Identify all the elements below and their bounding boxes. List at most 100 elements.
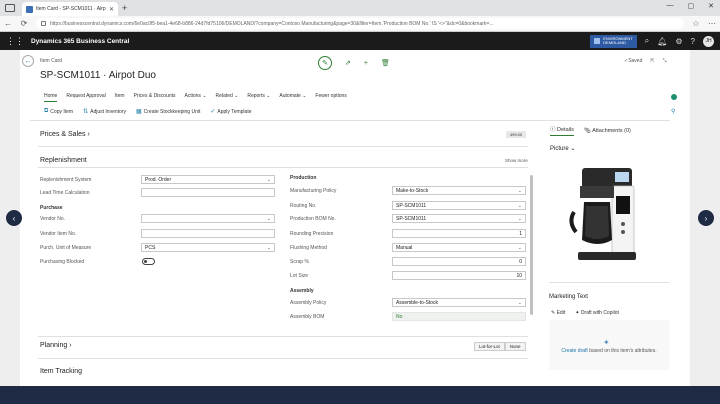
chevron-down-icon: ⌄ <box>266 244 271 251</box>
draft-copilot-button[interactable]: ✦ Draft with Copilot <box>575 310 619 316</box>
menu-item[interactable]: Item <box>115 93 125 102</box>
browser-tabstrip: Item Card - SP-SCM1011 · Airp... ✕ + — ▢… <box>0 0 720 16</box>
purchase-group-label: Purchase <box>40 205 63 211</box>
more-icon[interactable]: ⋯ <box>708 19 716 28</box>
template-icon: ✓ <box>210 109 216 115</box>
chevron-down-icon: ⌄ <box>517 215 522 222</box>
toolbar-divider <box>30 120 670 121</box>
taskbar <box>0 386 720 404</box>
chevron-down-icon: ⌄ <box>517 202 522 209</box>
app-launcher-icon[interactable]: ⋮⋮ <box>6 36 24 47</box>
menu-request-approval[interactable]: Request Approval <box>66 93 105 102</box>
address-bar[interactable]: https://businesscentral.dynamics.com/6e0… <box>36 18 684 29</box>
collapse-icon[interactable]: ⤡ <box>663 58 667 64</box>
pin-icon[interactable]: ⚲ <box>671 108 675 115</box>
avatar[interactable]: JH <box>703 35 714 47</box>
back-arrow-icon[interactable]: ← <box>22 55 34 67</box>
new-tab-icon[interactable]: + <box>122 3 127 13</box>
environment-badge[interactable]: ENVIRONMENT DEMOLAND <box>590 34 637 48</box>
favorites-icon[interactable]: ☆ <box>692 19 700 28</box>
notifications-icon[interactable]: 🔔︎ <box>657 37 667 46</box>
help-icon[interactable]: ? <box>691 37 695 46</box>
prices-sales-header[interactable]: Prices & Sales › <box>40 131 90 138</box>
tab-attachments[interactable]: 📎︎ Attachments (0) <box>584 128 631 134</box>
tab-details[interactable]: ⓘ Details <box>550 125 574 136</box>
assembly-policy-select[interactable]: Assemble-to-Stock ⌄ <box>392 298 526 307</box>
close-icon[interactable]: ✕ <box>109 6 114 13</box>
menu-home[interactable]: Home <box>44 93 58 102</box>
maximize-icon[interactable]: ▢ <box>688 2 695 10</box>
manufacturing-policy-select[interactable]: Make-to-Stock ⌄ <box>392 186 526 195</box>
planning-header[interactable]: Planning › <box>40 342 72 349</box>
purch-uom-select[interactable]: PCS ⌄ <box>141 243 275 252</box>
menu-actions[interactable]: Actions ⌄ <box>185 93 207 102</box>
menu-automate[interactable]: Automate ⌄ <box>279 93 306 102</box>
replenishment-system-select[interactable]: Prod. Order ⌄ <box>141 175 275 184</box>
edit-pencil-icon[interactable]: ✎ <box>318 56 332 70</box>
browser-tab[interactable]: Item Card - SP-SCM1011 · Airp... ✕ <box>22 2 118 16</box>
content-scrollbar[interactable] <box>530 175 533 315</box>
tab-actions-icon[interactable] <box>5 4 15 12</box>
add-icon[interactable]: + <box>364 60 368 67</box>
vendor-no-select[interactable]: ⌄ <box>141 214 275 223</box>
copy-item-button[interactable]: ⧉ Copy Item <box>44 108 73 115</box>
purchasing-blocked-toggle[interactable] <box>142 258 155 265</box>
share-icon[interactable]: ⇗ <box>345 59 351 67</box>
lead-time-input[interactable] <box>141 188 275 197</box>
routing-no-label: Routing No. <box>290 203 317 209</box>
refresh-icon[interactable]: ⟳ <box>20 19 28 28</box>
apply-template-button[interactable]: ✓ Apply Template <box>210 108 251 116</box>
scrap-input[interactable]: 0 <box>392 257 526 266</box>
company-logo-icon <box>594 38 601 44</box>
tab-title: Item Card - SP-SCM1011 · Airp... <box>36 6 106 12</box>
back-icon[interactable]: ← <box>4 19 12 28</box>
show-more-link[interactable]: Show more <box>505 158 528 163</box>
bc-favicon-icon <box>26 5 33 13</box>
copilot-sparkle-icon: ✦ <box>603 338 610 347</box>
page-kicker: Item Card <box>40 58 62 64</box>
purch-uom-label: Purch. Unit of Measure <box>40 245 92 251</box>
replenishment-header[interactable]: Replenishment <box>40 157 87 164</box>
manufacturing-policy-label: Manufacturing Policy <box>290 188 337 194</box>
menu-prices-discounts[interactable]: Prices & Discounts <box>134 93 176 102</box>
settings-icon[interactable]: ⚙︎ <box>675 37 682 46</box>
section-divider <box>38 167 528 168</box>
lot-size-input[interactable]: 10 <box>392 271 526 280</box>
menu-related[interactable]: Related ⌄ <box>216 93 239 102</box>
production-bom-label: Production BOM No. <box>290 216 336 222</box>
adjust-inventory-button[interactable]: ⇅ Adjust Inventory <box>83 108 126 116</box>
previous-record-icon[interactable]: ‹ <box>6 210 22 226</box>
scrap-label: Scrap % <box>290 259 309 265</box>
search-icon[interactable]: ⌕ <box>645 36 649 46</box>
popout-icon[interactable]: ⇱ <box>650 58 654 64</box>
assembly-bom-label: Assembly BOM <box>290 314 325 320</box>
page-title: SP-SCM1011 · Airpot Duo <box>40 70 156 81</box>
factbox-divider <box>549 282 669 283</box>
lead-time-label: Lead Time Calculation <box>40 190 90 196</box>
delete-icon[interactable]: 🗑︎ <box>381 59 390 67</box>
replenishment-system-label: Replenishment System <box>40 177 92 183</box>
lot-size-label: Lot Size <box>290 273 309 279</box>
chevron-down-icon: ⌄ <box>266 176 271 183</box>
menu-fewer-options[interactable]: Fewer options <box>315 93 346 102</box>
minimize-icon[interactable]: — <box>667 2 674 10</box>
item-tracking-header[interactable]: Item Tracking <box>40 368 82 375</box>
production-bom-select[interactable]: SP-SCM1011 ⌄ <box>392 214 526 223</box>
rounding-precision-input[interactable]: 1 <box>392 229 526 238</box>
edit-marketing-button[interactable]: ✎ Edit <box>551 310 565 316</box>
inventory-icon: ⇅ <box>83 109 89 115</box>
create-sku-button[interactable]: ▦ Create Stockkeeping Unit <box>135 108 200 116</box>
window-close-icon[interactable]: ✕ <box>708 2 714 10</box>
next-record-icon[interactable]: › <box>698 210 714 226</box>
reordering-policy-pill: Lot-for-Lot <box>474 342 505 351</box>
left-gutter <box>0 50 20 404</box>
chevron-down-icon: ⌄ <box>517 299 522 306</box>
menu-reports[interactable]: Reports ⌄ <box>247 93 270 102</box>
assembly-policy-label: Assembly Policy <box>290 300 327 306</box>
sku-icon: ▦ <box>135 109 142 115</box>
picture-header[interactable]: Picture ⌄ <box>550 145 575 152</box>
create-draft-link[interactable]: Create draft <box>561 348 587 354</box>
flushing-method-select[interactable]: Manual ⌄ <box>392 243 526 252</box>
vendor-item-no-input[interactable] <box>141 229 275 238</box>
routing-no-select[interactable]: SP-SCM1011 ⌄ <box>392 201 526 210</box>
